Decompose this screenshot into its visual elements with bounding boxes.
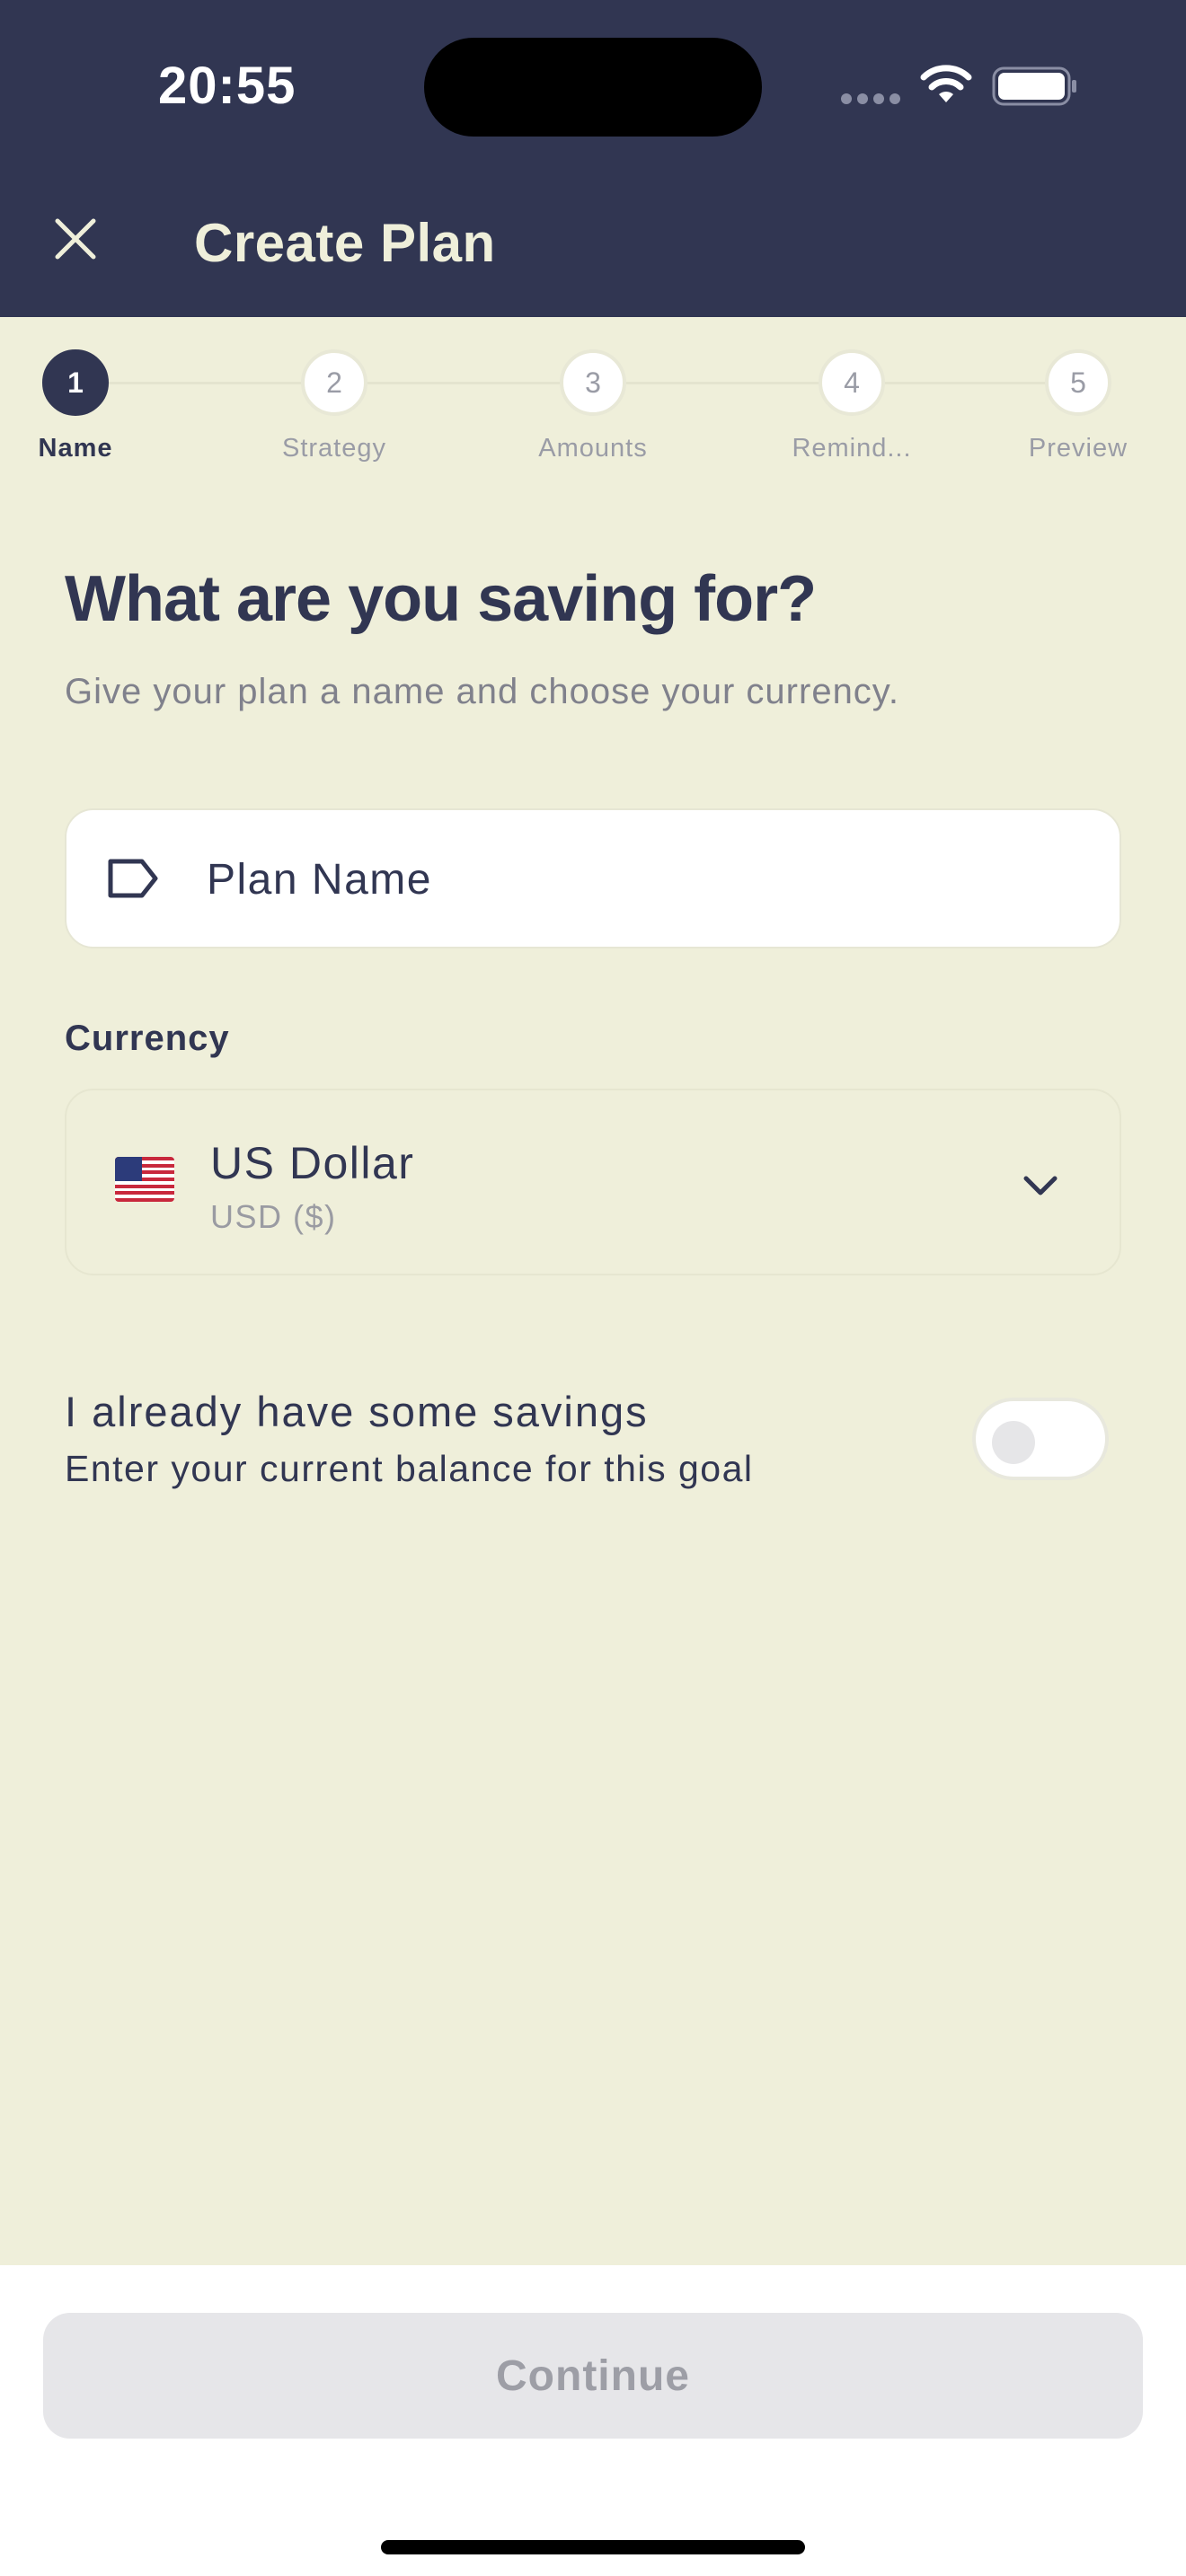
step-number: 5 (1045, 349, 1111, 416)
cellular-signal-icon (841, 93, 902, 104)
us-flag-icon (115, 1157, 174, 1202)
status-time: 20:55 (158, 57, 296, 115)
close-icon[interactable] (47, 210, 104, 268)
step-number: 4 (819, 349, 885, 416)
step-preview[interactable]: 5 Preview (988, 349, 1168, 463)
chevron-down-icon (1023, 1176, 1058, 1195)
section-subheading: Give your plan a name and choose your cu… (65, 672, 899, 711)
plan-name-placeholder: Plan Name (207, 856, 432, 904)
step-label: Name (38, 434, 113, 463)
currency-name: US Dollar (210, 1138, 415, 1188)
existing-savings-toggle[interactable] (972, 1398, 1109, 1480)
step-number: 1 (42, 349, 109, 416)
step-label: Remind... (792, 434, 912, 463)
home-indicator[interactable] (381, 2540, 805, 2554)
section-heading: What are you saving for? (65, 563, 817, 635)
wifi-icon (920, 65, 972, 102)
footer-bar: Continue (0, 2265, 1186, 2576)
step-reminders[interactable]: 4 Remind... (762, 349, 942, 463)
currency-label: Currency (65, 1019, 230, 1058)
header-bar: 20:55 Create Plan (0, 0, 1186, 317)
step-amounts[interactable]: 3 Amounts (503, 349, 683, 463)
plan-name-input[interactable]: Plan Name (65, 808, 1121, 948)
step-number: 3 (560, 349, 626, 416)
step-label: Amounts (538, 434, 648, 463)
step-name[interactable]: 1 Name (0, 349, 165, 463)
dynamic-island (424, 38, 762, 137)
step-label: Strategy (282, 434, 386, 463)
currency-select[interactable]: US Dollar USD ($) (65, 1089, 1121, 1275)
progress-stepper: 1 Name 2 Strategy 3 Amounts 4 Remind... … (0, 317, 1186, 479)
step-strategy[interactable]: 2 Strategy (244, 349, 424, 463)
savings-subtitle: Enter your current balance for this goal (65, 1448, 754, 1489)
page-title: Create Plan (194, 213, 496, 273)
tag-icon (108, 859, 158, 898)
currency-code: USD ($) (210, 1198, 337, 1235)
savings-title: I already have some savings (65, 1388, 649, 1435)
toggle-knob (992, 1421, 1035, 1464)
step-number: 2 (301, 349, 367, 416)
battery-icon (992, 66, 1076, 106)
continue-button[interactable]: Continue (43, 2313, 1143, 2439)
step-label: Preview (1028, 434, 1128, 463)
